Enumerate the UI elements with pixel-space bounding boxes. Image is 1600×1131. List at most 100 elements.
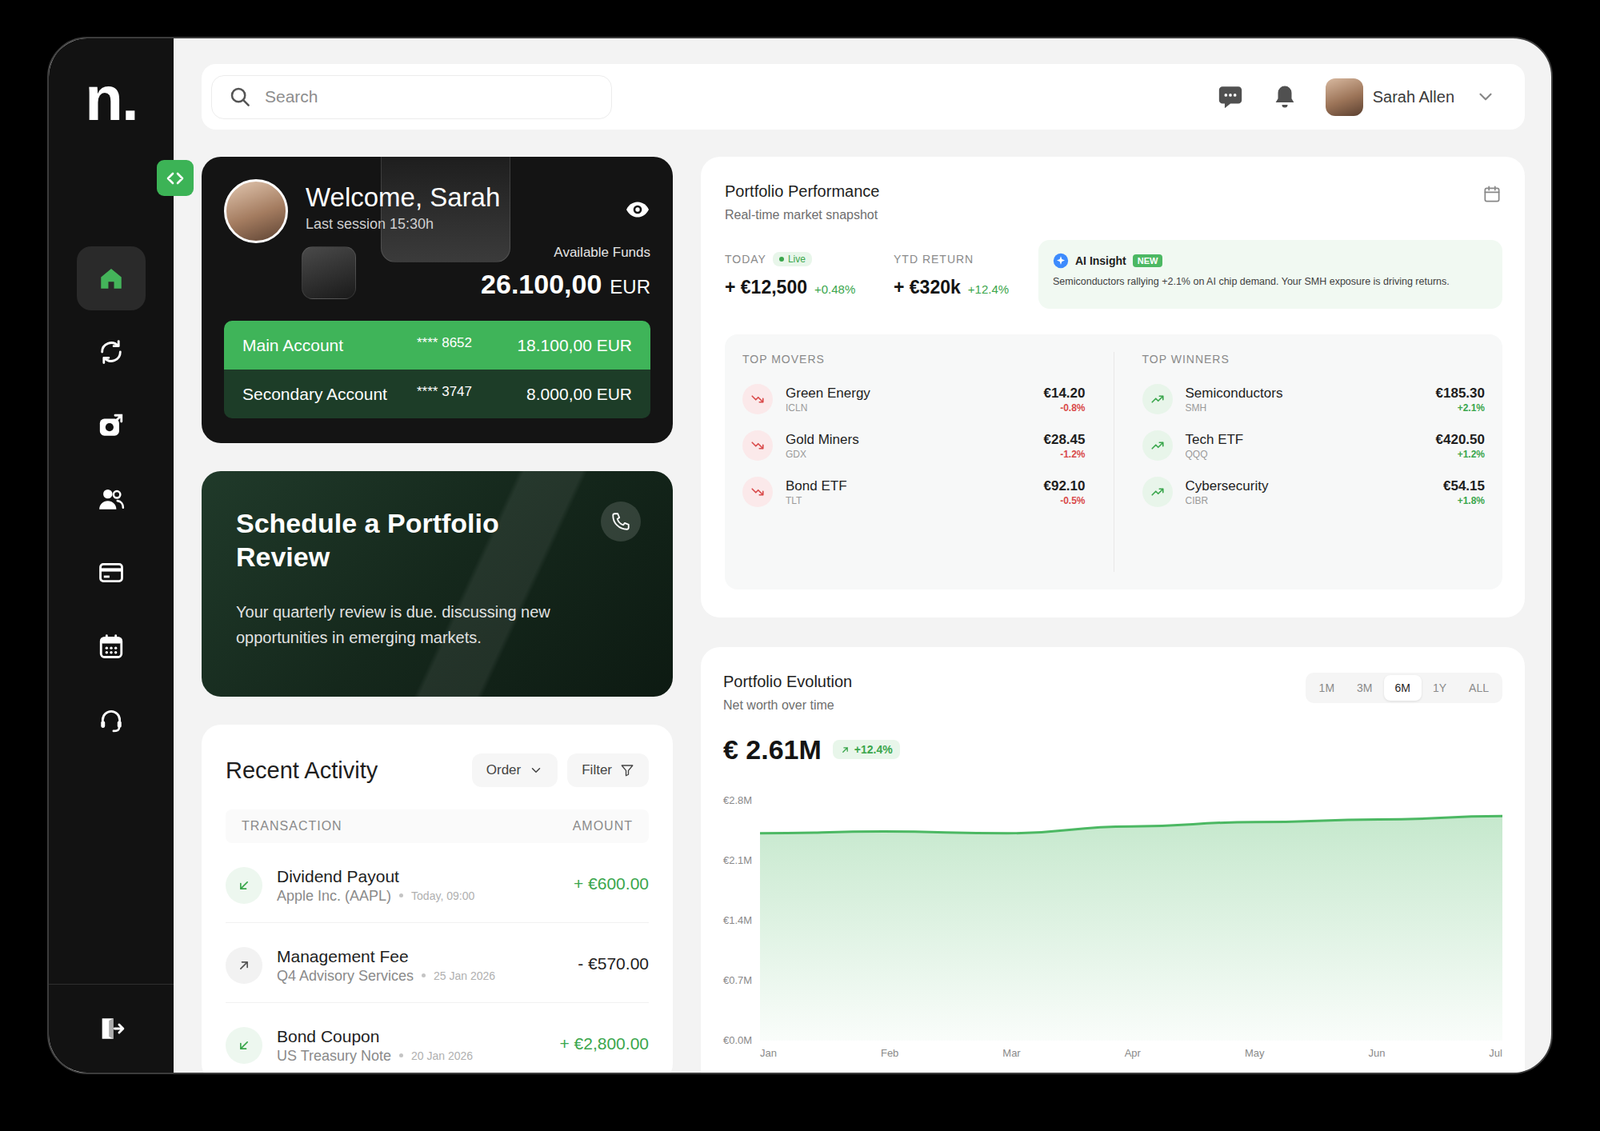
greeting: Welcome, Sarah xyxy=(305,181,608,214)
trend-badge xyxy=(742,430,773,461)
transaction-badge xyxy=(225,1027,263,1064)
series-line xyxy=(760,816,1503,833)
order-button[interactable]: Order xyxy=(472,753,558,788)
review-card[interactable]: Schedule a Portfolio ReviewYour quarterl… xyxy=(201,471,673,697)
transaction-meta: Apple Inc. (AAPL)Today, 09:00 xyxy=(276,887,560,905)
table-row[interactable]: Dividend PayoutApple Inc. (AAPL)Today, 0… xyxy=(225,843,649,924)
mover-row[interactable]: Bond ETFTLT€92.10-0.5% xyxy=(742,468,1086,516)
chart-series xyxy=(760,816,1503,1041)
winner-price: €185.30 xyxy=(1436,384,1485,402)
winner-row[interactable]: Tech ETFQQQ€420.50+1.2% xyxy=(1142,422,1486,469)
trend-down-icon xyxy=(750,392,765,407)
right-column: Portfolio PerformanceReal-time market sn… xyxy=(700,156,1525,1073)
range-tab[interactable]: 1M xyxy=(1308,675,1346,701)
ytd-change: +12.4% xyxy=(968,282,1009,296)
funds-label: Available Funds xyxy=(224,244,651,262)
account-balance: 18.100,00 EUR xyxy=(489,336,632,356)
x-tick: Jun xyxy=(1368,1047,1385,1060)
welcome-header: Welcome, SarahLast session 15:30h xyxy=(224,179,651,244)
search-field[interactable]: Search xyxy=(211,75,612,120)
mover-numbers: €28.45-1.2% xyxy=(1044,431,1086,461)
winner-ticker: SMH xyxy=(1185,401,1424,415)
table-header: TRANSACTIONAMOUNT xyxy=(225,809,649,844)
winner-info: CybersecurityCIBR xyxy=(1185,477,1432,508)
performance-titles: Portfolio PerformanceReal-time market sn… xyxy=(724,180,880,224)
separator-dot xyxy=(399,1053,404,1058)
eye-icon xyxy=(624,196,651,223)
transaction-badge xyxy=(225,867,263,904)
mover-row[interactable]: Gold MinersGDX€28.45-1.2% xyxy=(742,422,1086,469)
review-text: Your quarterly review is due. discussing… xyxy=(236,599,580,651)
ytd-value-row: + €320k+12.4% xyxy=(893,276,1039,299)
sidebar-item[interactable] xyxy=(76,688,146,752)
net-worth-row: € 2.61M +12.4% xyxy=(723,732,1503,768)
funds-currency: EUR xyxy=(609,269,651,305)
y-tick: €1.4M xyxy=(723,915,760,927)
transaction-amount: + €600.00 xyxy=(573,874,649,894)
transaction-meta: US Treasury Note20 Jan 2026 xyxy=(276,1047,545,1065)
funds-amount: 26.100,00 xyxy=(480,266,602,302)
left-column: Welcome, SarahLast session 15:30h Availab… xyxy=(201,156,673,1073)
sidebar-item[interactable] xyxy=(76,320,146,384)
welcome-text: Welcome, SarahLast session 15:30h xyxy=(305,181,608,233)
mover-change: -1.2% xyxy=(1044,448,1086,461)
transaction-name: Dividend Payout xyxy=(276,866,560,888)
ytd-label-row: YTD RETURN xyxy=(893,251,1039,268)
x-tick: Jul xyxy=(1488,1047,1503,1060)
call-button[interactable] xyxy=(600,501,641,542)
search-placeholder: Search xyxy=(264,87,319,107)
sidebar-item[interactable] xyxy=(76,467,146,532)
account-row[interactable]: Main Account**** 865218.100,00 EUR xyxy=(224,320,651,370)
headset-icon xyxy=(97,706,125,734)
winner-change: +1.8% xyxy=(1443,494,1485,508)
logout-button[interactable] xyxy=(76,996,146,1061)
column-header: TRANSACTION xyxy=(241,819,343,834)
table-row[interactable]: Bond CouponUS Treasury Note20 Jan 2026+ … xyxy=(225,1003,649,1073)
trend-up-icon xyxy=(1150,484,1165,500)
mover-numbers: €92.10-0.5% xyxy=(1044,477,1086,508)
mover-price: €28.45 xyxy=(1044,431,1086,448)
winner-row[interactable]: CybersecurityCIBR €54.15+1.8% xyxy=(1142,468,1486,516)
messages-button[interactable] xyxy=(1216,83,1244,111)
top-actions: Sarah Allen xyxy=(1216,78,1496,116)
transaction-amount: + €2,800.00 xyxy=(559,1034,649,1054)
net-worth-chart: €2.8M€2.1M€1.4M€0.7M€0.0MJanFebMarAprMay… xyxy=(723,800,1503,1060)
account-number: **** 3747 xyxy=(416,384,472,400)
winner-row[interactable]: SemiconductorsSMH€185.30+2.1% xyxy=(1142,376,1486,423)
sidebar-toggle-button[interactable] xyxy=(156,160,194,196)
toggle-visibility-button[interactable] xyxy=(624,196,651,223)
users-icon xyxy=(97,485,125,513)
range-tab[interactable]: 1Y xyxy=(1421,675,1458,701)
filter-button[interactable]: Filter xyxy=(567,753,649,788)
activity-header: Recent ActivityOrderFilter xyxy=(225,753,649,788)
arrow-down-left-icon xyxy=(236,1037,252,1054)
sidebar-item[interactable] xyxy=(76,246,146,311)
sidebar-item[interactable] xyxy=(76,393,146,458)
mover-row[interactable]: Green EnergyICLN€14.20-0.8% xyxy=(742,376,1086,423)
arrow-down-left-icon xyxy=(236,877,252,894)
notifications-button[interactable] xyxy=(1271,83,1299,111)
range-tab[interactable]: 3M xyxy=(1345,675,1384,701)
net-worth-change: +12.4% xyxy=(832,740,900,760)
account-row[interactable]: Secondary Account**** 37478.000,00 EUR xyxy=(224,369,651,419)
app-root: n. Search Sarah Allen Welcome, SarahLast se… xyxy=(0,0,1600,1131)
account-list: Main Account**** 865218.100,00 EURSecond… xyxy=(224,320,651,419)
transaction-amount: - €570.00 xyxy=(577,954,649,974)
winner-price: €54.15 xyxy=(1443,477,1485,495)
dashboard-grid: Welcome, SarahLast session 15:30h Availab… xyxy=(201,156,1525,1073)
date-picker-button[interactable] xyxy=(1481,180,1503,205)
mover-name: Gold Miners xyxy=(785,431,1032,448)
user-menu[interactable]: Sarah Allen xyxy=(1325,78,1496,116)
transaction-source: Apple Inc. (AAPL) xyxy=(276,887,392,905)
logo[interactable]: n. xyxy=(84,62,137,135)
range-tab[interactable]: ALL xyxy=(1457,675,1500,701)
chart-plot[interactable] xyxy=(760,800,1503,1041)
sidebar-item[interactable] xyxy=(76,540,146,605)
x-tick: Feb xyxy=(880,1047,899,1060)
table-row[interactable]: Management FeeQ4 Advisory Services25 Jan… xyxy=(225,923,649,1004)
net-worth-value: € 2.61M xyxy=(723,734,822,766)
ai-insight[interactable]: AI InsightNEWSemiconductors rallying +2.… xyxy=(1038,240,1503,309)
activity-tools: Order Filter xyxy=(472,753,649,788)
range-tab[interactable]: 6M xyxy=(1384,675,1422,701)
sidebar-item[interactable] xyxy=(76,614,146,679)
